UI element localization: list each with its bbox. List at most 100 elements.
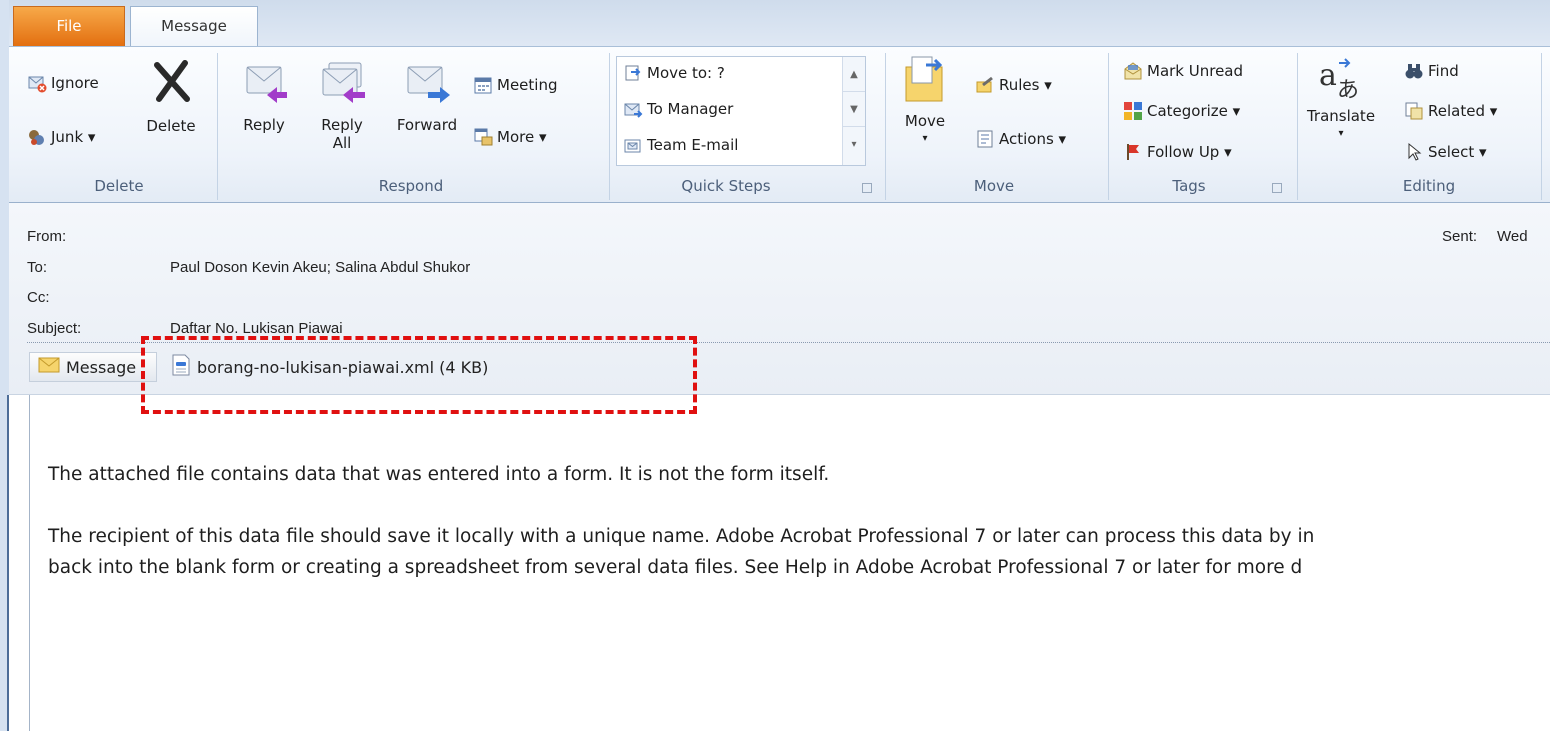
attachment-highlight-box [141,336,697,414]
categorize-button[interactable]: Categorize ▾ [1123,101,1240,121]
message-view-label: Message [66,357,137,377]
translate-label: Translate [1306,107,1376,125]
related-icon [1404,101,1424,121]
quick-steps-gallery[interactable]: Move to: ? To Manager Team E-mail ▲ ▼ ▾ [616,56,866,166]
select-label: Select ▾ [1428,143,1487,161]
envelope-icon [38,357,60,377]
categorize-label: Categorize ▾ [1147,102,1241,120]
reply-all-label-2: All [332,134,352,152]
subject-label: Subject: [27,320,82,337]
group-label-respond: Respond [378,177,444,195]
quick-step-label: Move to: ? [647,64,725,82]
actions-button[interactable]: Actions ▾ [975,129,1066,149]
cursor-arrow-icon [1404,142,1424,162]
group-label-move: Move [973,177,1015,195]
sent-value: Wed [1497,228,1528,245]
mark-unread-button[interactable]: Mark Unread [1123,61,1243,81]
expand-gallery-icon[interactable]: ▾ [843,127,865,162]
reply-icon [246,66,287,103]
to-manager-icon [623,99,643,119]
translate-icon: a あ [1319,58,1359,103]
quick-steps-launcher-icon[interactable] [862,183,872,193]
group-label-quick-steps: Quick Steps [681,177,771,195]
group-separator [1541,53,1542,200]
scroll-down-icon[interactable]: ▼ [843,92,865,127]
flag-icon [1123,142,1143,162]
move-folder-icon [905,56,943,102]
meeting-label: Meeting [497,76,558,94]
mark-unread-label: Mark Unread [1147,62,1244,80]
to-value[interactable]: Paul Doson Kevin Akeu; Salina Abdul Shuk… [170,259,470,276]
tags-launcher-icon[interactable] [1272,183,1282,193]
tab-message[interactable]: Message [130,6,258,47]
categorize-icon [1123,101,1143,121]
subject-value: Daftar No. Lukisan Piawai [170,320,343,337]
ignore-label: Ignore [51,74,99,92]
select-button[interactable]: Select ▾ [1404,142,1487,162]
group-label-editing: Editing [1402,177,1456,195]
forward-label: Forward [396,116,458,134]
scroll-up-icon[interactable]: ▲ [843,57,865,92]
delete-button[interactable]: Delete [140,59,202,135]
reply-all-button[interactable]: Reply All [309,59,375,152]
reply-all-label: Reply [321,116,363,134]
rules-icon [975,75,995,95]
quick-step-move-to[interactable]: Move to: ? [623,63,725,83]
group-separator [217,53,218,200]
follow-up-button[interactable]: Follow Up ▾ [1123,142,1232,162]
find-label: Find [1428,62,1459,80]
meeting-button[interactable]: Meeting [473,75,557,95]
svg-text:あ: あ [1337,78,1359,103]
junk-button[interactable]: Junk ▾ [27,127,95,147]
body-paragraph-1: The attached file contains data that was… [48,464,830,485]
quick-steps-scrollbar[interactable]: ▲ ▼ ▾ [842,57,865,165]
binoculars-icon [1404,61,1424,81]
junk-label: Junk ▾ [51,128,96,146]
quick-step-label: To Manager [647,100,734,118]
ignore-button[interactable]: Ignore [27,73,99,93]
more-respond-button[interactable]: More ▾ [473,127,546,147]
ribbon-tab-bar: File Message [9,0,1550,47]
actions-label: Actions ▾ [999,130,1067,148]
tab-file[interactable]: File [13,6,125,46]
actions-icon [975,129,995,149]
ignore-icon [27,73,47,93]
related-button[interactable]: Related ▾ [1404,101,1497,121]
quick-step-to-manager[interactable]: To Manager [623,99,733,119]
mark-unread-icon [1123,61,1143,81]
move-to-folder-icon [623,63,643,83]
quick-step-team-email[interactable]: Team E-mail [623,135,738,155]
calendar-icon [473,75,493,95]
move-dropdown-icon: ▾ [922,133,928,144]
cc-label: Cc: [27,289,50,306]
delete-icon [154,60,190,102]
ribbon: Ignore Junk ▾ Delete Delete Reply Reply … [9,46,1550,203]
group-separator [1108,53,1109,200]
group-separator [885,53,886,200]
junk-icon [27,127,47,147]
more-respond-label: More ▾ [497,128,547,146]
message-view-button[interactable]: Message [29,352,157,382]
move-button[interactable]: Move ▾ [897,53,953,148]
message-body[interactable]: The attached file contains data that was… [29,395,1550,731]
translate-button[interactable]: a あ Translate ▾ [1305,55,1377,143]
group-label-tags: Tags [1172,177,1206,195]
more-respond-icon [473,127,493,147]
quick-step-label: Team E-mail [647,136,739,154]
find-button[interactable]: Find [1404,61,1459,81]
to-label: To: [27,259,48,276]
delete-label: Delete [146,117,196,135]
reply-button[interactable]: Reply [231,59,297,134]
group-separator [609,53,610,200]
body-paragraph-2-line-2: back into the blank form or creating a s… [48,557,1303,578]
follow-up-label: Follow Up ▾ [1147,143,1232,161]
team-email-icon [623,135,643,155]
move-label: Move [904,112,946,130]
related-label: Related ▾ [1428,102,1498,120]
forward-button[interactable]: Forward [387,59,467,134]
rules-label: Rules ▾ [999,76,1052,94]
reply-label: Reply [243,116,285,134]
from-label: From: [27,228,67,245]
rules-button[interactable]: Rules ▾ [975,75,1052,95]
group-separator [1297,53,1298,200]
